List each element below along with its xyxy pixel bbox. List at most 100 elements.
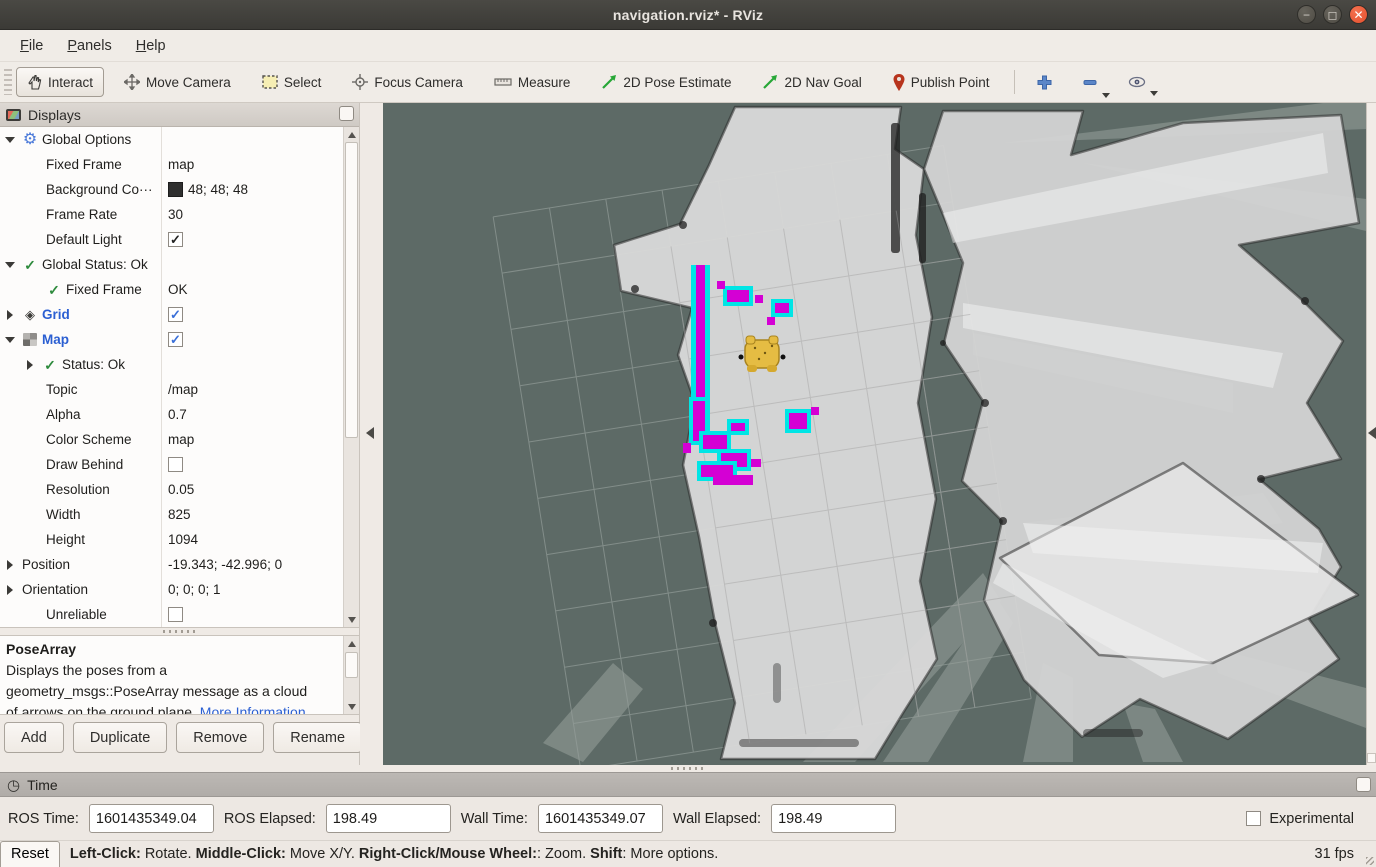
wall-time-input[interactable] bbox=[538, 804, 663, 833]
tree-row-fixed-frame-ok[interactable]: ✓ Fixed Frame OK bbox=[0, 277, 343, 302]
panel-float-button[interactable] bbox=[339, 106, 354, 121]
wall-elapsed-label: Wall Elapsed: bbox=[673, 811, 761, 827]
ros-time-input[interactable] bbox=[89, 804, 214, 833]
tree-row-map[interactable]: Map ✓ bbox=[0, 327, 343, 352]
window-titlebar[interactable]: navigation.rviz* - RViz − ◻ ✕ bbox=[0, 0, 1376, 30]
expander-icon[interactable] bbox=[0, 262, 20, 268]
tree-row-topic[interactable]: Topic /map bbox=[0, 377, 343, 402]
status-bar: Reset Left-Click: Rotate. Middle-Click: … bbox=[0, 840, 1376, 867]
maximize-button[interactable]: ◻ bbox=[1323, 5, 1342, 24]
render-viewport[interactable] bbox=[383, 103, 1366, 765]
tree-row-background-color[interactable]: Background Co··· 48; 48; 48 bbox=[0, 177, 343, 202]
minimize-button[interactable]: − bbox=[1297, 5, 1316, 24]
gear-icon: ⚙ bbox=[20, 132, 40, 148]
description-line: geometry_msgs::PoseArray message as a cl… bbox=[6, 681, 339, 702]
tool-2d-pose-estimate[interactable]: 2D Pose Estimate bbox=[590, 67, 742, 97]
collapse-left-icon[interactable] bbox=[366, 427, 374, 439]
remove-tool-button[interactable] bbox=[1072, 71, 1108, 94]
eye-icon bbox=[1128, 76, 1146, 88]
chevron-down-icon[interactable] bbox=[1102, 93, 1110, 98]
tree-row-draw-behind[interactable]: Draw Behind bbox=[0, 452, 343, 477]
bottom-splitter[interactable] bbox=[0, 765, 1376, 772]
tool-select[interactable]: Select bbox=[251, 68, 333, 97]
menu-file[interactable]: File bbox=[10, 34, 53, 58]
expander-icon[interactable] bbox=[0, 585, 20, 595]
add-tool-button[interactable] bbox=[1027, 71, 1062, 94]
menu-help[interactable]: Help bbox=[126, 34, 176, 58]
expander-icon[interactable] bbox=[0, 310, 20, 320]
wall-time-label: Wall Time: bbox=[461, 811, 528, 827]
scroll-down-icon[interactable] bbox=[344, 612, 359, 627]
menu-panels[interactable]: Panels bbox=[57, 34, 121, 58]
left-splitter[interactable] bbox=[360, 103, 383, 765]
tree-row-height[interactable]: Height 1094 bbox=[0, 527, 343, 552]
color-swatch bbox=[168, 182, 183, 197]
right-collapsed-panel[interactable] bbox=[1366, 103, 1376, 765]
tool-move-camera[interactable]: Move Camera bbox=[113, 67, 242, 97]
scroll-up-icon[interactable] bbox=[344, 127, 359, 142]
expander-icon[interactable] bbox=[20, 360, 40, 370]
ros-elapsed-input[interactable] bbox=[326, 804, 451, 833]
tree-row-default-light[interactable]: Default Light ✓ bbox=[0, 227, 343, 252]
tree-row-position[interactable]: Position -19.343; -42.996; 0 bbox=[0, 552, 343, 577]
panel-splitter[interactable] bbox=[0, 628, 359, 635]
map-view bbox=[383, 103, 1366, 765]
tool-measure[interactable]: Measure bbox=[483, 68, 582, 97]
description-line: Displays the poses from a bbox=[6, 660, 339, 681]
tree-row-alpha[interactable]: Alpha 0.7 bbox=[0, 402, 343, 427]
expander-icon[interactable] bbox=[0, 337, 20, 343]
tree-row-map-status[interactable]: ✓ Status: Ok bbox=[0, 352, 343, 377]
tree-row-width[interactable]: Width 825 bbox=[0, 502, 343, 527]
tree-row-fixed-frame[interactable]: Fixed Frame map bbox=[0, 152, 343, 177]
tool-interact[interactable]: Interact bbox=[16, 67, 104, 97]
experimental-checkbox[interactable] bbox=[1246, 811, 1261, 826]
add-button[interactable]: Add bbox=[4, 722, 64, 753]
time-panel-header[interactable]: ◷ Time bbox=[0, 772, 1376, 797]
clock-icon: ◷ bbox=[7, 776, 20, 794]
toolbar-drag-handle[interactable] bbox=[4, 69, 12, 95]
scrollbar-thumb[interactable] bbox=[345, 652, 358, 678]
rename-button[interactable]: Rename bbox=[273, 722, 362, 753]
tree-row-grid[interactable]: ◈ Grid ✓ bbox=[0, 302, 343, 327]
scroll-up-icon[interactable] bbox=[344, 636, 359, 651]
tree-row-global-status[interactable]: ✓ Global Status: Ok bbox=[0, 252, 343, 277]
tree-row-unreliable[interactable]: Unreliable bbox=[0, 602, 343, 627]
reset-button[interactable]: Reset bbox=[0, 841, 60, 867]
tool-publish-point[interactable]: Publish Point bbox=[882, 67, 1001, 98]
checkbox-checked[interactable]: ✓ bbox=[168, 332, 183, 347]
resize-grip[interactable] bbox=[1366, 857, 1374, 865]
wall-elapsed-input[interactable] bbox=[771, 804, 896, 833]
green-arrow-icon bbox=[601, 74, 617, 90]
status-ok-icon: ✓ bbox=[20, 258, 40, 272]
description-scrollbar[interactable] bbox=[343, 636, 359, 714]
tree-row-resolution[interactable]: Resolution 0.05 bbox=[0, 477, 343, 502]
checkbox-checked[interactable]: ✓ bbox=[168, 232, 183, 247]
tree-scrollbar[interactable] bbox=[343, 127, 359, 627]
scroll-down-icon[interactable] bbox=[344, 699, 359, 714]
tree-row-color-scheme[interactable]: Color Scheme map bbox=[0, 427, 343, 452]
checkbox-unchecked[interactable] bbox=[168, 607, 183, 622]
hand-icon bbox=[27, 74, 42, 90]
remove-button[interactable]: Remove bbox=[176, 722, 264, 753]
displays-panel-title: Displays bbox=[28, 107, 81, 123]
chevron-down-icon[interactable] bbox=[1150, 91, 1158, 96]
collapse-right-icon[interactable] bbox=[1368, 427, 1376, 439]
displays-panel-header[interactable]: Displays bbox=[0, 103, 359, 127]
map-pin-icon bbox=[893, 74, 905, 91]
tree-row-orientation[interactable]: Orientation 0; 0; 0; 1 bbox=[0, 577, 343, 602]
more-information-link[interactable]: More Information. bbox=[200, 704, 310, 714]
checkbox-checked[interactable]: ✓ bbox=[168, 307, 183, 322]
panel-float-button[interactable] bbox=[1356, 777, 1371, 792]
expander-icon[interactable] bbox=[0, 137, 20, 143]
tree-row-frame-rate[interactable]: Frame Rate 30 bbox=[0, 202, 343, 227]
scrollbar-thumb[interactable] bbox=[345, 142, 358, 438]
tree-row-global-options[interactable]: ⚙ Global Options bbox=[0, 127, 343, 152]
tool-2d-nav-goal[interactable]: 2D Nav Goal bbox=[751, 67, 872, 97]
checkbox-unchecked[interactable] bbox=[168, 457, 183, 472]
expander-icon[interactable] bbox=[0, 560, 20, 570]
close-button[interactable]: ✕ bbox=[1349, 5, 1368, 24]
tool-focus-camera[interactable]: Focus Camera bbox=[341, 67, 474, 97]
tool-properties-button[interactable] bbox=[1118, 72, 1156, 92]
scrollbar-track[interactable] bbox=[344, 142, 359, 612]
duplicate-button[interactable]: Duplicate bbox=[73, 722, 167, 753]
